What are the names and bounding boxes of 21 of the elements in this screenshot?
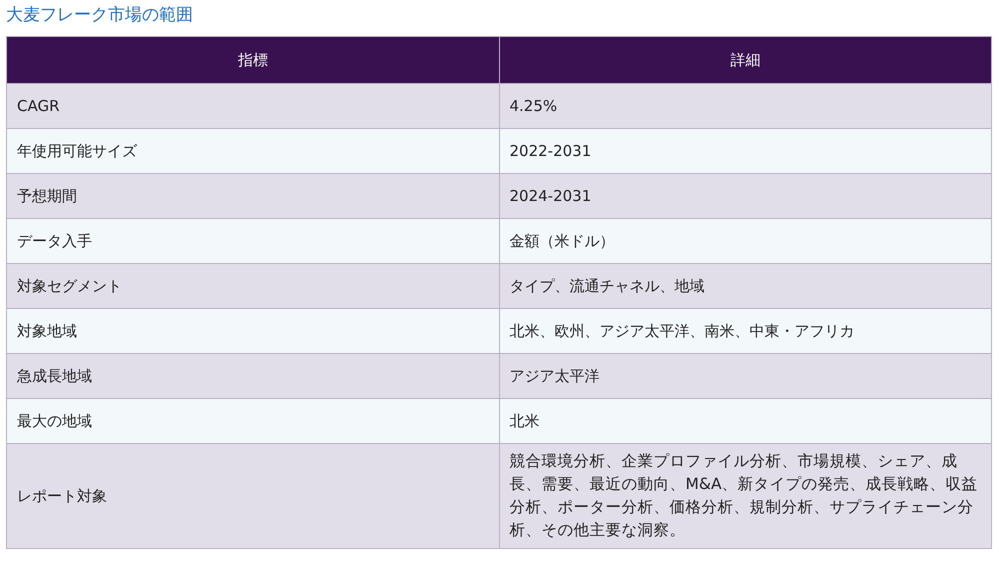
table-cell: 予想期間 [6,174,499,218]
column-header: 指標 [6,36,499,84]
table-cell: 急成長地域 [6,354,499,398]
table-cell: 対象地域 [6,308,499,354]
table-cell: 年使用可能サイズ [6,128,499,174]
table-cell: 金額（米ドル） [499,218,992,264]
table-cell: CAGR [6,84,499,128]
table-cell: 対象セグメント [6,264,499,308]
table-cell: アジア太平洋 [499,354,992,398]
table-cell: 北米 [499,398,992,444]
table-cell: 北米、欧州、アジア太平洋、南米、中東・アフリカ [499,308,992,354]
table-cell: 競合環境分析、企業プロファイル分析、市場規模、シェア、成長、需要、最近の動向、M&A、新タイプの発売、成長戦略、収益分析、ポーター分析、価格分析、規制分析、サプライチェーン分析、その他主要な洞察。 [499,444,992,548]
table-cell: データ入手 [6,218,499,264]
table-cell: 2022-2031 [499,128,992,174]
column-header: 詳細 [499,36,992,84]
table-cell: 4.25% [499,84,992,128]
table-cell: 2024-2031 [499,174,992,218]
table-cell: タイプ、流通チャネル、地域 [499,264,992,308]
page-title: 大麦フレーク市場の範囲 [6,4,194,27]
table-cell: レポート対象 [6,444,499,548]
table-cell: 最大の地域 [6,398,499,444]
